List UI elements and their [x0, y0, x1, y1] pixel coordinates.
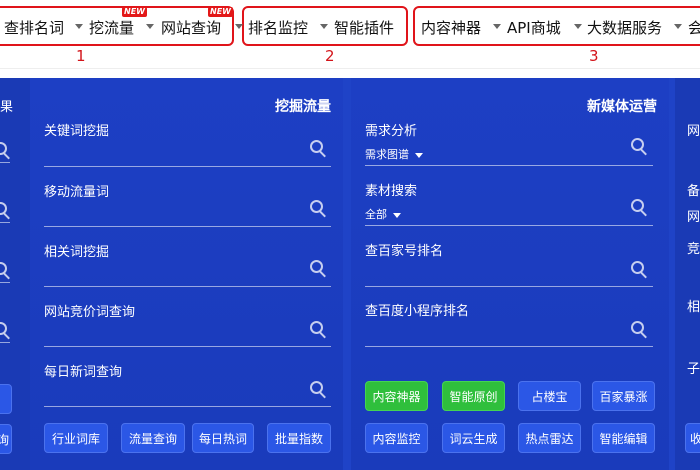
batch-index-button[interactable]: 批量指数	[267, 423, 331, 453]
search-icon[interactable]	[631, 199, 649, 217]
field-keyword-dig[interactable]: 关键词挖掘	[44, 120, 109, 139]
field-underline	[44, 226, 331, 227]
field-material-search: 素材搜索	[365, 184, 418, 199]
top-nav: 查排名词 NEW 挖流量 NEW 网站查询 1 排名监控 智能插件 2 内容神器…	[0, 0, 700, 70]
field-underline	[365, 165, 653, 166]
smart-edit-button[interactable]: 智能编辑	[592, 423, 655, 453]
chevron-down-icon[interactable]	[146, 24, 154, 29]
search-icon[interactable]	[310, 140, 328, 158]
search-icon[interactable]	[0, 202, 12, 220]
group-number-3: 3	[589, 47, 599, 65]
field-underline	[44, 166, 331, 167]
search-icon[interactable]	[631, 261, 649, 279]
partial-button[interactable]	[0, 384, 12, 414]
panel-dig-traffic: 挖掘流量 关键词挖掘 移动流量词 相关词挖掘 网站竞价词查询 每日新词查询 行业…	[30, 78, 343, 470]
panel-title-fragment: 果	[0, 100, 14, 115]
panel-title: 新媒体运营	[587, 99, 657, 115]
chevron-down-icon	[393, 212, 401, 218]
field-mobile-traffic[interactable]: 移动流量词	[44, 181, 109, 200]
content-tool-button[interactable]: 内容神器	[365, 381, 428, 411]
field-fragment: 子	[687, 362, 700, 377]
field-underline	[0, 282, 10, 283]
search-icon[interactable]	[0, 142, 12, 160]
nav-item-rank-words[interactable]: 查排名词	[4, 17, 64, 38]
field-underline	[44, 286, 331, 287]
group-number-1: 1	[76, 47, 86, 65]
traffic-query-button[interactable]: 流量查询	[121, 423, 185, 453]
zhanloubao-button[interactable]: 占楼宝	[518, 381, 581, 411]
daily-hot-words-button[interactable]: 每日热词	[192, 423, 254, 453]
nav-item-api-mall[interactable]: API商城	[507, 17, 561, 38]
chevron-down-icon[interactable]	[235, 24, 243, 29]
nav-item-content-tool[interactable]: 内容神器	[421, 17, 481, 38]
field-underline	[0, 162, 10, 163]
group-number-2: 2	[325, 47, 335, 65]
panel-new-media: 新媒体运营 需求分析 需求图谱 素材搜索 全部 查百家号排名 查百度小程序排名 …	[351, 78, 669, 470]
word-cloud-button[interactable]: 词云生成	[442, 423, 505, 453]
field-fragment: 备	[687, 184, 700, 199]
field-fragment: 网	[687, 210, 700, 225]
search-icon[interactable]	[0, 322, 12, 340]
chevron-down-icon[interactable]	[674, 24, 682, 29]
divider	[0, 68, 700, 69]
search-icon[interactable]	[631, 138, 649, 156]
field-underline	[0, 342, 10, 343]
chevron-down-icon	[415, 152, 423, 158]
demand-graph-select[interactable]: 需求图谱	[365, 146, 423, 162]
field-underline	[365, 286, 653, 287]
tools-band: 果 询 挖掘流量 关键词挖掘 移动流量词 相关词挖掘 网站竞价词查询 每日新词查…	[0, 78, 700, 470]
nav-item-dig-traffic[interactable]: 挖流量	[89, 17, 134, 38]
chevron-down-icon[interactable]	[493, 24, 501, 29]
smart-original-button[interactable]: 智能原创	[442, 381, 505, 411]
search-icon[interactable]	[310, 260, 328, 278]
field-bid-words[interactable]: 网站竞价词查询	[44, 301, 135, 320]
field-underline	[365, 225, 653, 226]
field-fragment: 网	[687, 124, 700, 139]
search-icon[interactable]	[310, 321, 328, 339]
industry-lexicon-button[interactable]: 行业词库	[44, 423, 108, 453]
search-icon[interactable]	[310, 381, 328, 399]
search-icon[interactable]	[0, 262, 12, 280]
field-baijiahao-rank[interactable]: 查百家号排名	[365, 240, 443, 259]
panel-title: 挖掘流量	[275, 99, 331, 115]
nav-item-rank-monitor[interactable]: 排名监控	[248, 17, 308, 38]
partial-button[interactable]: 询	[0, 424, 12, 454]
chevron-down-icon[interactable]	[75, 24, 83, 29]
search-icon[interactable]	[310, 200, 328, 218]
nav-item-more[interactable]: 会	[688, 17, 700, 38]
baijia-surge-button[interactable]: 百家暴涨	[592, 381, 655, 411]
field-underline	[0, 222, 10, 223]
field-daily-new-words[interactable]: 每日新词查询	[44, 361, 122, 380]
field-fragment: 相	[687, 300, 700, 315]
field-mini-program-rank[interactable]: 查百度小程序排名	[365, 300, 469, 319]
chevron-down-icon[interactable]	[320, 24, 328, 29]
panel-left-partial: 果 询	[0, 78, 30, 470]
nav-item-smart-plugin[interactable]: 智能插件	[334, 17, 394, 38]
nav-item-big-data[interactable]: 大数据服务	[587, 17, 662, 38]
content-monitor-button[interactable]: 内容监控	[365, 423, 428, 453]
new-badge: NEW	[208, 7, 233, 17]
chevron-down-icon[interactable]	[574, 24, 582, 29]
field-underline	[44, 346, 331, 347]
material-scope-select[interactable]: 全部	[365, 206, 401, 222]
partial-button[interactable]: 收	[685, 423, 700, 453]
panel-right-partial: 网 备 网 竞 相 子 收	[675, 78, 700, 470]
field-underline	[365, 346, 653, 347]
field-underline	[44, 406, 331, 407]
search-icon[interactable]	[631, 321, 649, 339]
field-related-words[interactable]: 相关词挖掘	[44, 241, 109, 260]
new-badge: NEW	[122, 7, 147, 17]
field-fragment: 竞	[687, 242, 700, 257]
field-demand-analysis: 需求分析	[365, 124, 418, 139]
hot-radar-button[interactable]: 热点雷达	[518, 423, 581, 453]
nav-item-site-query[interactable]: 网站查询	[161, 17, 221, 38]
